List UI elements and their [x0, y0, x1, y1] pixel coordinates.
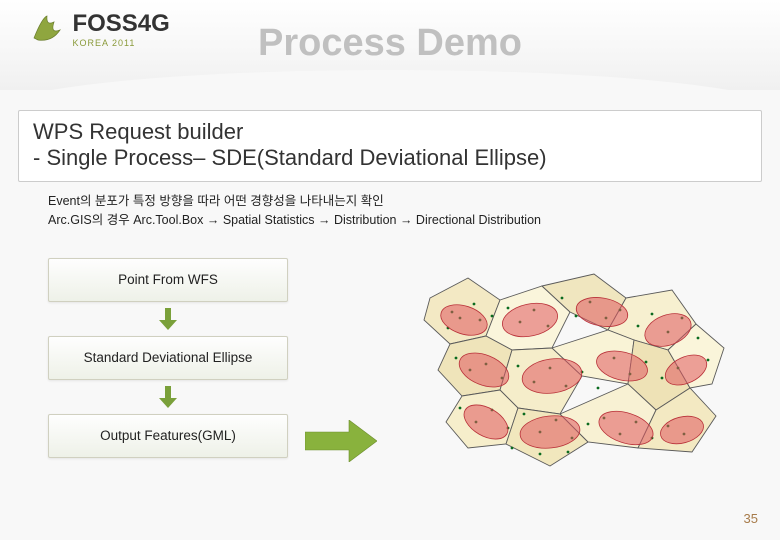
flow-box-1: Point From WFS	[48, 258, 288, 302]
slide-title: Process Demo	[258, 22, 522, 65]
desc-line-2: Arc.GIS의 경우 Arc.Tool.Box → Spatial Stati…	[48, 211, 740, 230]
right-arrow-icon	[305, 420, 377, 467]
flow-box-2: Standard Deviational Ellipse	[48, 336, 288, 380]
foss4g-logo: FOSS4G KOREA 2011	[30, 10, 170, 48]
title-box: WPS Request builder - Single Process– SD…	[18, 110, 762, 182]
title-line-2: - Single Process– SDE(Standard Deviation…	[33, 145, 747, 171]
flow-box-3: Output Features(GML)	[48, 414, 288, 458]
page-number: 35	[744, 511, 758, 526]
title-line-1: WPS Request builder	[33, 119, 747, 145]
description: Event의 분포가 특정 방향을 따라 어떤 경향성을 나타내는지 확인 Ar…	[48, 192, 740, 230]
process-flow: Point From WFS Standard Deviational Elli…	[48, 258, 288, 458]
desc-line-1: Event의 분포가 특정 방향을 따라 어떤 경향성을 나타내는지 확인	[48, 192, 740, 211]
logo-text: FOSS4G	[72, 10, 169, 38]
logo-icon	[30, 12, 64, 46]
down-arrow-icon	[48, 308, 288, 330]
down-arrow-icon	[48, 386, 288, 408]
sde-map-figure	[390, 238, 750, 498]
logo-subtitle: KOREA 2011	[72, 38, 169, 48]
